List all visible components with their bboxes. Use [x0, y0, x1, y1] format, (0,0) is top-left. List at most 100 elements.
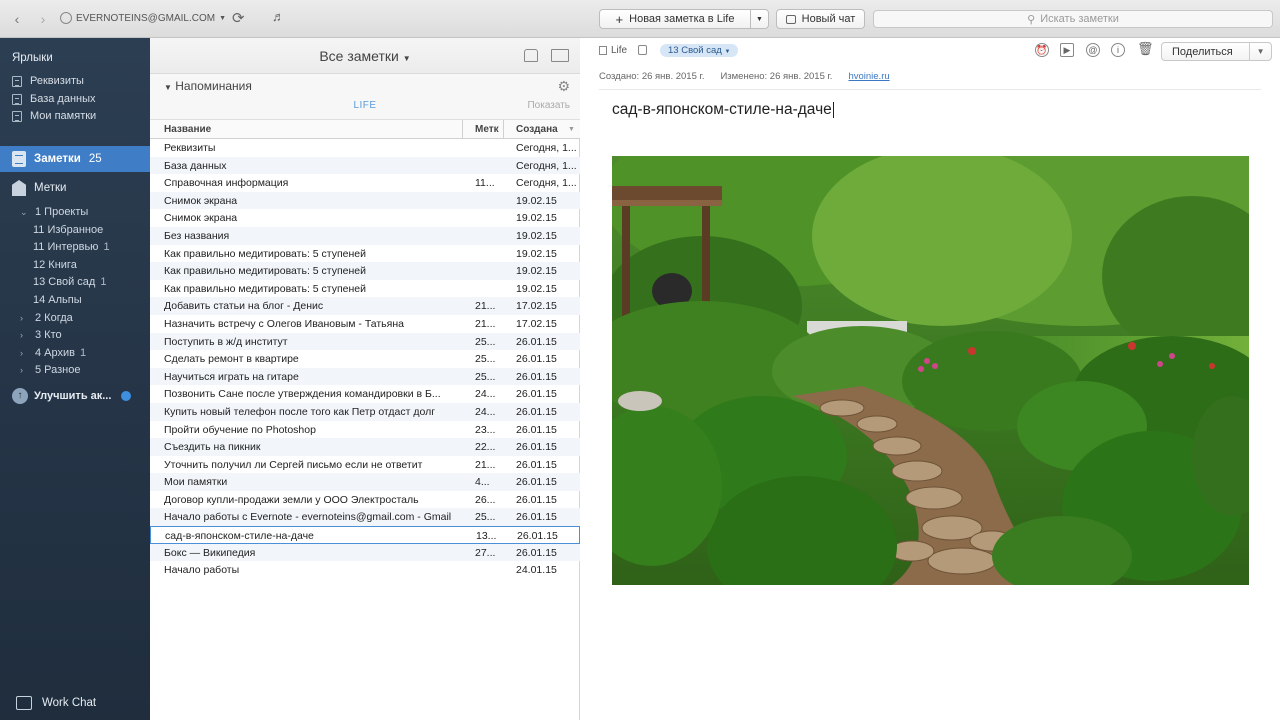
note-tag-pill[interactable]: 13 Свой сад ▼: [660, 44, 739, 57]
note-name: Уточнить получил ли Сергей письмо если н…: [164, 458, 423, 471]
note-name: Мои памятки: [164, 476, 228, 489]
sidebar-item-notes[interactable]: Заметки 25: [0, 146, 150, 172]
table-row[interactable]: Договор купли-продажи земли у ООО Электр…: [150, 491, 580, 509]
table-row[interactable]: Мои памятки 4... 26.01.15: [150, 473, 580, 491]
chevron-right-icon[interactable]: ›: [20, 330, 30, 340]
tags-label: Метки: [34, 182, 67, 194]
forward-icon[interactable]: ›: [34, 10, 52, 28]
chevron-down-icon[interactable]: ▼: [1249, 43, 1271, 60]
presentation-icon[interactable]: ▶: [1060, 43, 1074, 57]
reminders-toggle[interactable]: ▼ Напоминания: [164, 79, 252, 93]
sidebar-tag-item[interactable]: › 4 Архив 1: [20, 347, 86, 359]
sidebar-tag-item[interactable]: › 5 Разное: [20, 364, 86, 376]
source-link[interactable]: hvoinie.ru: [848, 71, 889, 82]
search-input[interactable]: ⚲ Искать заметки: [873, 10, 1273, 28]
shortcut-item[interactable]: База данных: [12, 91, 96, 107]
table-row[interactable]: База данных Сегодня, 1...: [150, 156, 580, 175]
sort-desc-icon: ▼: [568, 126, 575, 133]
sidebar-tag-item[interactable]: 12 Книга: [33, 259, 82, 271]
sidebar-tag-item[interactable]: 11 Избранное: [33, 224, 108, 236]
at-sign-icon[interactable]: @: [1086, 43, 1100, 57]
column-divider[interactable]: [462, 120, 463, 139]
note-icon: [12, 110, 22, 122]
back-icon[interactable]: ‹: [8, 10, 26, 28]
sync-icon[interactable]: ⟳: [232, 9, 245, 27]
sidebar: Ярлыки Реквизиты База данных Мои памятки…: [0, 38, 150, 720]
table-row[interactable]: Бокс — Википедия 27... 26.01.15: [150, 543, 580, 562]
table-row[interactable]: Позвонить Сане после утверждения команди…: [150, 385, 580, 403]
gear-icon[interactable]: ⚙: [557, 78, 570, 95]
note-meta: Создано: 26 янв. 2015 г. Изменено: 26 ян…: [599, 71, 890, 82]
table-row[interactable]: Как правильно медитировать: 5 ступеней 19…: [150, 262, 580, 280]
shortcut-label: База данных: [30, 93, 96, 105]
shortcut-label: Мои памятки: [30, 110, 97, 122]
bell-icon[interactable]: ♬: [272, 9, 285, 24]
trash-icon[interactable]: 🗑: [1137, 42, 1154, 57]
table-row[interactable]: Пройти обучение по Photoshop 23... 26.01.1…: [150, 421, 580, 439]
note-name: Научиться играть на гитаре: [164, 370, 299, 383]
table-row[interactable]: Поступить в ж/д институт 25... 26.01.15: [150, 332, 580, 351]
reminders-show-button[interactable]: Показать: [527, 100, 570, 111]
shortcut-star-icon[interactable]: [524, 49, 538, 62]
sidebar-tag-item[interactable]: › 3 Кто: [20, 329, 67, 341]
note-title[interactable]: сад-в-японском-стиле-на-даче: [612, 101, 834, 119]
column-divider[interactable]: [503, 120, 504, 139]
note-list-panel: Все заметки ▼ ▼ Напоминания ⚙ LIFE Показ…: [150, 38, 580, 720]
table-row[interactable]: Без названия 19.02.15: [150, 226, 580, 245]
chevron-right-icon[interactable]: ›: [20, 365, 30, 375]
table-row[interactable]: Добавить статьи на блог - Денис 21... 17.0…: [150, 297, 580, 315]
note-name: Сделать ремонт в квартире: [164, 353, 299, 366]
work-chat-button[interactable]: Work Chat: [16, 696, 96, 710]
view-options-icon[interactable]: [551, 49, 569, 62]
table-row[interactable]: Научиться играть на гитаре 25... 26.01.15: [150, 367, 580, 386]
sidebar-tag-item[interactable]: 13 Свой сад 1: [33, 276, 106, 288]
table-row[interactable]: Начало работы с Evernote - evernoteins@g…: [150, 508, 580, 527]
column-tags[interactable]: Метк: [475, 124, 499, 135]
column-name[interactable]: Название: [164, 124, 211, 135]
notebook-selector[interactable]: Все заметки ▼: [150, 48, 580, 64]
table-row[interactable]: Съездить на пикник 22... 26.01.15: [150, 438, 580, 456]
shortcut-item[interactable]: Мои памятки: [12, 108, 96, 124]
reminder-alarm-icon[interactable]: ⏰: [1035, 43, 1049, 57]
column-created[interactable]: Создана: [516, 124, 558, 135]
user-icon: [60, 12, 72, 24]
chevron-down-icon[interactable]: ⌄: [20, 207, 30, 218]
table-row[interactable]: Снимок экрана 19.02.15: [150, 209, 580, 227]
sidebar-tag-item[interactable]: ⌄ 1 Проекты: [20, 206, 93, 218]
chevron-right-icon[interactable]: ›: [20, 348, 30, 358]
new-chat-button[interactable]: Новый чат: [776, 9, 865, 29]
lock-icon[interactable]: [638, 45, 647, 55]
shortcut-item[interactable]: Реквизиты: [12, 73, 84, 89]
sidebar-tag-item[interactable]: › 2 Когда: [20, 312, 78, 324]
table-row[interactable]: Начало работы 24.01.15: [150, 561, 580, 579]
sidebar-tag-item[interactable]: 14 Альпы: [33, 294, 87, 306]
table-row[interactable]: Как правильно медитировать: 5 ступеней 19…: [150, 245, 580, 263]
sidebar-tag-item[interactable]: 11 Интервью 1: [33, 241, 110, 253]
note-date: 19.02.15: [516, 212, 557, 225]
account-menu[interactable]: EVERNOTEINS@GMAIL.COM ▼: [60, 12, 226, 24]
info-icon[interactable]: i: [1111, 43, 1125, 57]
share-button[interactable]: Поделиться ▼: [1161, 42, 1272, 61]
table-row[interactable]: Как правильно медитировать: 5 ступеней 19…: [150, 280, 580, 298]
new-note-button[interactable]: + Новая заметка в Life: [599, 9, 751, 29]
new-note-dropdown[interactable]: ▼: [750, 9, 769, 29]
list-title: Все заметки: [319, 48, 399, 64]
note-tags: 21...: [475, 300, 496, 313]
table-row[interactable]: Купить новый телефон после того как Петр…: [150, 402, 580, 421]
sidebar-tag-label: 1 Проекты: [35, 206, 89, 218]
table-row[interactable]: Назначить встречу с Олегов Ивановым - Та…: [150, 315, 580, 333]
modified-date: Изменено: 26 янв. 2015 г.: [720, 71, 833, 82]
table-row[interactable]: Сделать ремонт в квартире 25... 26.01.15: [150, 350, 580, 368]
table-row[interactable]: Справочная информация 11... Сегодня, 1...: [150, 174, 580, 192]
note-date: 26.01.15: [516, 335, 557, 348]
sidebar-item-tags[interactable]: Метки: [12, 180, 66, 196]
chevron-right-icon[interactable]: ›: [20, 313, 30, 323]
column-headers: Название Метк Создана ▼: [150, 120, 580, 139]
upgrade-button[interactable]: ↑ Улучшить ак...: [12, 388, 132, 404]
note-date: Сегодня, 1...: [516, 142, 576, 154]
table-row[interactable]: Снимок экрана 19.02.15: [150, 191, 580, 210]
table-row[interactable]: Уточнить получил ли Сергей письмо если н…: [150, 456, 580, 474]
notebook-button[interactable]: Life: [599, 45, 627, 56]
table-row[interactable]: сад-в-японском-стиле-на-даче 13... 26.01.1…: [150, 526, 580, 544]
table-row[interactable]: Реквизиты Сегодня, 1...: [150, 139, 580, 157]
